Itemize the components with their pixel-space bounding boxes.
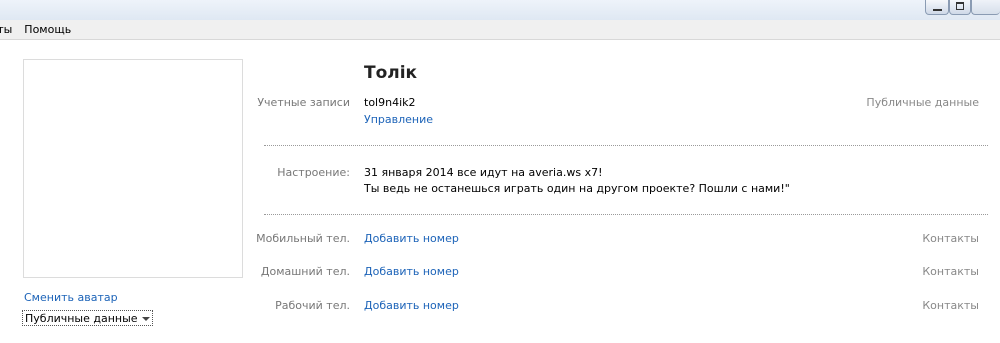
work-phone-privacy-setting[interactable]: Контакты — [922, 299, 979, 312]
minimize-icon — [932, 8, 942, 11]
avatar[interactable] — [23, 59, 243, 278]
mood-text-line-1: 31 января 2014 все идут на averia.ws x7! — [364, 166, 603, 179]
profile-name: Толік — [364, 63, 418, 83]
menu-item-help[interactable]: Помощь — [20, 20, 75, 39]
accounts-privacy-setting[interactable]: Публичные данные — [866, 96, 979, 109]
manage-accounts-link[interactable]: Управление — [364, 113, 433, 126]
maximize-icon — [956, 2, 964, 10]
section-divider — [264, 145, 988, 146]
mood-label: Настроение: — [277, 166, 350, 179]
window-titlebar — [0, 0, 1000, 20]
change-avatar-link[interactable]: Сменить аватар — [24, 291, 118, 304]
close-button[interactable] — [971, 0, 1000, 15]
chevron-down-icon — [141, 316, 150, 321]
avatar-privacy-dropdown[interactable]: Публичные данные — [22, 310, 153, 326]
add-work-phone-link[interactable]: Добавить номер — [364, 299, 459, 312]
add-mobile-phone-link[interactable]: Добавить номер — [364, 232, 459, 245]
accounts-label: Учетные записи — [257, 96, 350, 109]
add-home-phone-link[interactable]: Добавить номер — [364, 265, 459, 278]
maximize-button[interactable] — [949, 0, 971, 15]
home-phone-label: Домашний тел. — [260, 265, 350, 278]
section-divider — [264, 214, 988, 215]
avatar-privacy-label: Публичные данные — [25, 311, 138, 325]
home-phone-privacy-setting[interactable]: Контакты — [922, 265, 979, 278]
menu-item-tools[interactable]: нты — [0, 20, 16, 39]
mood-text-line-2: Ты ведь не останешься играть один на дру… — [364, 182, 790, 195]
menu-bar: нты Помощь — [0, 20, 1000, 40]
work-phone-label: Рабочий тел. — [275, 299, 350, 312]
mobile-phone-privacy-setting[interactable]: Контакты — [922, 232, 979, 245]
mobile-phone-label: Мобильный тел. — [256, 232, 350, 245]
minimize-button[interactable] — [925, 0, 949, 15]
account-id: tol9n4ik2 — [364, 96, 416, 109]
